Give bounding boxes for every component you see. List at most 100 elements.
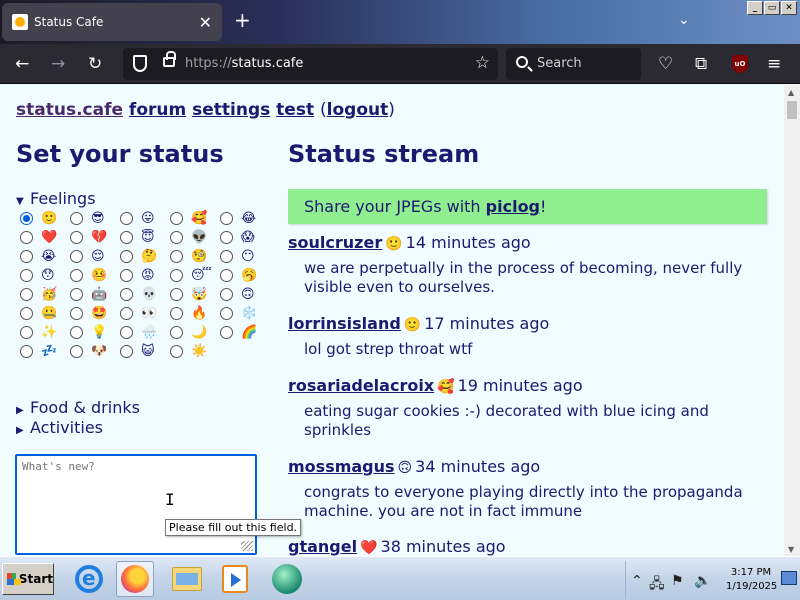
status-username-link[interactable]: rosariadelacroix [288, 376, 434, 395]
textarea-resize-handle[interactable] [241, 541, 253, 551]
scrollbar-thumb[interactable] [787, 101, 797, 119]
taskbar-app-sphere[interactable] [268, 561, 306, 597]
scroll-up-arrow-icon[interactable]: ▲ [788, 88, 794, 97]
emoji-radio[interactable] [170, 345, 183, 358]
emoji-option[interactable]: ❤️ [20, 228, 70, 247]
reload-icon[interactable]: ↻ [88, 54, 102, 74]
emoji-radio[interactable] [220, 288, 233, 301]
emoji-option[interactable]: 🙃 [220, 285, 270, 304]
emoji-option[interactable]: 🤖 [70, 285, 120, 304]
emoji-radio[interactable] [70, 326, 83, 339]
emoji-option[interactable]: 🌧️ [120, 323, 170, 342]
emoji-option[interactable]: 🌈 [220, 323, 270, 342]
emoji-option[interactable]: 👽 [170, 228, 220, 247]
forward-arrow-icon[interactable]: → [51, 54, 65, 74]
emoji-option[interactable]: 😭 [20, 247, 70, 266]
emoji-option[interactable]: ☀️ [170, 342, 220, 361]
food-drinks-toggle[interactable]: ▶ Food & drinks [16, 398, 140, 417]
status-username-link[interactable]: gtangel [288, 537, 357, 556]
emoji-radio[interactable] [20, 250, 33, 263]
emoji-radio[interactable] [120, 307, 133, 320]
start-button[interactable]: Start [2, 563, 54, 595]
volume-icon[interactable]: 🔈 [694, 573, 711, 589]
nav-link-settings[interactable]: settings [192, 100, 270, 120]
emoji-option[interactable]: 🤒 [70, 266, 120, 285]
tracking-protection-shield-icon[interactable] [133, 55, 147, 72]
hamburger-menu-icon[interactable]: ≡ [767, 54, 781, 74]
status-timestamp[interactable]: 14 minutes ago [406, 233, 531, 252]
emoji-radio[interactable] [220, 250, 233, 263]
emoji-option[interactable]: 🤐 [20, 304, 70, 323]
emoji-option[interactable]: 🥰 [170, 209, 220, 228]
taskbar-internet-explorer[interactable] [70, 561, 108, 597]
emoji-option[interactable]: 👀 [120, 304, 170, 323]
new-tab-button[interactable]: + [234, 10, 251, 30]
tray-expand-chevron-icon[interactable]: ⌃ [631, 573, 643, 589]
emoji-radio[interactable] [170, 269, 183, 282]
emoji-option[interactable]: ❄️ [220, 304, 270, 323]
emoji-option[interactable]: 🙂 [20, 209, 70, 228]
emoji-radio[interactable] [70, 212, 83, 225]
emoji-radio[interactable] [170, 231, 183, 244]
emoji-radio[interactable] [170, 307, 183, 320]
emoji-radio[interactable] [20, 231, 33, 244]
emoji-radio[interactable] [70, 345, 83, 358]
emoji-option[interactable]: 🔥 [170, 304, 220, 323]
emoji-option[interactable]: 😴 [170, 266, 220, 285]
emoji-radio[interactable] [70, 288, 83, 301]
emoji-option[interactable]: 😶 [220, 247, 270, 266]
emoji-option[interactable]: 🥱 [220, 266, 270, 285]
emoji-radio[interactable] [120, 250, 133, 263]
status-username-link[interactable]: soulcruzer [288, 233, 382, 252]
close-window-button[interactable]: ✕ [781, 1, 797, 15]
emoji-option[interactable]: 😇 [120, 228, 170, 247]
scroll-down-arrow-icon[interactable]: ▼ [788, 545, 794, 554]
emoji-option[interactable]: 😌 [70, 247, 120, 266]
emoji-radio[interactable] [120, 231, 133, 244]
tab-status-cafe[interactable]: Status Cafe ✕ [2, 3, 222, 41]
emoji-radio[interactable] [120, 345, 133, 358]
emoji-option[interactable]: 🥳 [20, 285, 70, 304]
piclog-link[interactable]: piclog [486, 197, 540, 216]
url-bar[interactable]: https://status.cafe ☆ [123, 48, 498, 80]
emoji-radio[interactable] [20, 288, 33, 301]
emoji-option[interactable]: 🐶 [70, 342, 120, 361]
emoji-radio[interactable] [220, 269, 233, 282]
emoji-option[interactable]: ✨ [20, 323, 70, 342]
emoji-option[interactable]: 🧐 [170, 247, 220, 266]
minimize-button[interactable]: _ [747, 1, 763, 15]
status-username-link[interactable]: lorrinsisland [288, 314, 401, 333]
emoji-radio[interactable] [220, 231, 233, 244]
status-timestamp[interactable]: 38 minutes ago [381, 537, 506, 556]
emoji-option[interactable]: 🤩 [70, 304, 120, 323]
emoji-radio[interactable] [170, 212, 183, 225]
emoji-option[interactable]: 😯 [20, 266, 70, 285]
emoji-radio[interactable] [20, 307, 33, 320]
emoji-option[interactable]: 🤔 [120, 247, 170, 266]
emoji-radio[interactable] [170, 288, 183, 301]
list-all-tabs-chevron-icon[interactable]: ⌄ [678, 12, 690, 28]
pocket-icon[interactable]: ♡ [658, 54, 673, 74]
network-icon[interactable]: 🖧 [649, 573, 665, 597]
emoji-option[interactable]: 💔 [70, 228, 120, 247]
emoji-radio[interactable] [70, 250, 83, 263]
feelings-toggle[interactable]: ▼ Feelings [16, 189, 96, 208]
emoji-radio[interactable] [220, 326, 233, 339]
emoji-radio[interactable] [70, 307, 83, 320]
nav-link-test[interactable]: test [276, 100, 314, 120]
emoji-radio[interactable] [70, 231, 83, 244]
emoji-option[interactable]: 😛 [120, 209, 170, 228]
emoji-radio[interactable] [20, 326, 33, 339]
maximize-button[interactable]: ▭ [764, 1, 780, 15]
emoji-option[interactable]: 😺 [120, 342, 170, 361]
emoji-radio[interactable] [20, 269, 33, 282]
emoji-option[interactable]: 😂 [220, 209, 270, 228]
emoji-radio[interactable] [20, 212, 33, 225]
emoji-option[interactable]: 💡 [70, 323, 120, 342]
emoji-radio[interactable] [120, 288, 133, 301]
show-desktop-button[interactable] [781, 571, 797, 585]
status-timestamp[interactable]: 17 minutes ago [424, 314, 549, 333]
nav-link-logout[interactable]: logout [327, 100, 389, 120]
emoji-option[interactable]: 💀 [120, 285, 170, 304]
emoji-radio[interactable] [120, 269, 133, 282]
